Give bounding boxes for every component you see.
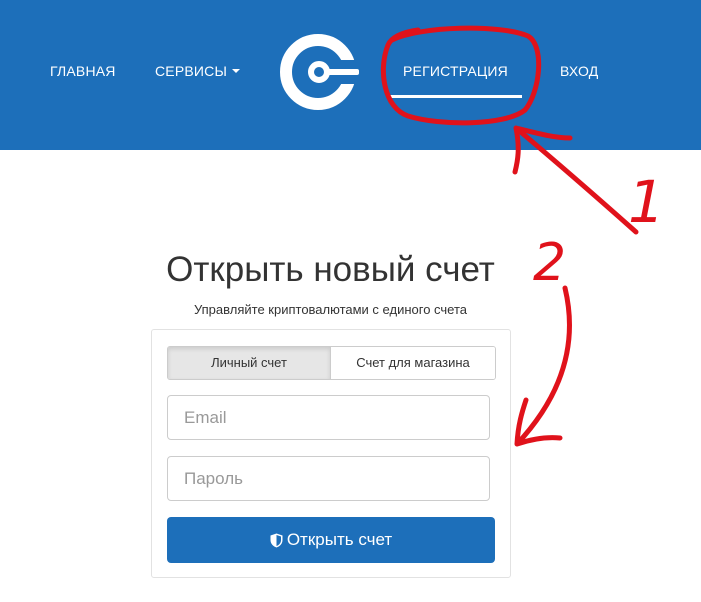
- signup-form-card: Личный счет Счет для магазина Открыть сч…: [151, 329, 511, 578]
- caret-down-icon: [232, 69, 241, 74]
- open-account-button[interactable]: Открыть счет: [167, 517, 495, 563]
- account-type-toggle: Личный счет Счет для магазина: [167, 346, 496, 380]
- password-field[interactable]: [167, 456, 490, 501]
- shield-icon: [270, 533, 283, 547]
- email-field[interactable]: [167, 395, 490, 440]
- active-nav-indicator: [389, 95, 522, 98]
- tab-shop-account[interactable]: Счет для магазина: [331, 347, 495, 379]
- nav-item-services[interactable]: СЕРВИСЫ: [155, 63, 241, 79]
- nav-item-services-label: СЕРВИСЫ: [155, 63, 228, 79]
- page-title: Открыть новый счет: [166, 250, 495, 289]
- top-navbar: ГЛАВНАЯ СЕРВИСЫ РЕГИСТРАЦИЯ ВХОД: [0, 0, 701, 150]
- nav-item-login[interactable]: ВХОД: [560, 63, 598, 79]
- tab-personal-account[interactable]: Личный счет: [168, 347, 331, 379]
- open-account-button-label: Открыть счет: [286, 530, 393, 549]
- coin-c-logo-icon[interactable]: [279, 33, 363, 111]
- nav-item-register[interactable]: РЕГИСТРАЦИЯ: [403, 63, 508, 79]
- nav-item-home[interactable]: ГЛАВНАЯ: [50, 63, 116, 79]
- page-subtitle: Управляйте криптовалютами с единого счет…: [193, 302, 468, 317]
- annotation-label-1: 1: [628, 168, 665, 236]
